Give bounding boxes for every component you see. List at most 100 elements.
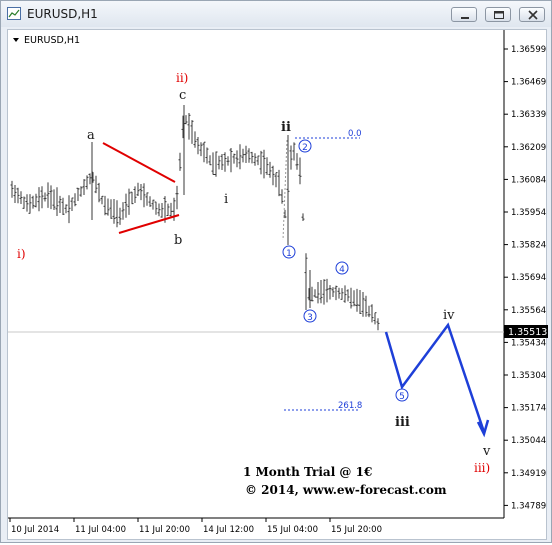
ohlc-bar bbox=[25, 194, 29, 212]
ohlc-bar bbox=[226, 156, 230, 166]
ohlc-bar bbox=[361, 292, 365, 317]
ohlc-bar bbox=[346, 289, 350, 302]
close-icon bbox=[528, 10, 538, 20]
wave-label-v: v bbox=[482, 444, 491, 459]
price-tick-label: 1.35564 bbox=[511, 306, 546, 316]
ohlc-bar bbox=[232, 153, 236, 164]
price-axis: 1.36599 1.36469 1.36339 1.36209 1.36084 1.359… bbox=[504, 45, 546, 511]
ohlc-bar bbox=[358, 290, 362, 314]
price-tick-label: 1.36339 bbox=[511, 110, 546, 120]
symbol-label: EURUSD,H1 bbox=[24, 35, 80, 46]
wave-label-c: c bbox=[179, 88, 186, 103]
ohlc-bar bbox=[160, 203, 164, 218]
wave-label-i-red: i) bbox=[17, 247, 26, 261]
symbol-dropdown-icon[interactable] bbox=[13, 38, 19, 42]
ohlc-bar bbox=[46, 182, 50, 208]
ohlc-bar bbox=[184, 115, 188, 125]
ohlc-bar bbox=[343, 285, 347, 303]
ohlc-bar bbox=[337, 287, 341, 299]
wave-label-iii: iii bbox=[395, 415, 410, 430]
ohlc-bar bbox=[115, 200, 119, 228]
ohlc-bar bbox=[52, 189, 56, 210]
ohlc-bar bbox=[271, 165, 275, 186]
promo-trial-text: 1 Month Trial @ 1€ bbox=[243, 465, 372, 479]
ohlc-bar bbox=[211, 152, 215, 175]
ohlc-bar bbox=[223, 152, 227, 172]
ohlc-bar bbox=[328, 285, 332, 300]
price-tick-label: 1.36084 bbox=[511, 175, 546, 185]
ohlc-bar bbox=[145, 192, 149, 206]
ohlc-bar bbox=[196, 137, 200, 155]
price-tick-label: 1.35954 bbox=[511, 208, 546, 218]
ohlc-bar bbox=[208, 155, 212, 166]
price-tick-label: 1.35174 bbox=[511, 404, 546, 414]
maximize-icon bbox=[494, 11, 504, 19]
ohlc-bar bbox=[274, 172, 278, 188]
ohlc-bar bbox=[166, 203, 170, 216]
ohlc-bar bbox=[70, 197, 74, 211]
ohlc-bar bbox=[298, 157, 302, 185]
ohlc-bar bbox=[121, 202, 125, 220]
ohlc-bar bbox=[277, 169, 281, 197]
ohlc-bar bbox=[154, 201, 158, 215]
ohlc-bar bbox=[370, 304, 374, 323]
ohlc-bar bbox=[142, 183, 146, 208]
ohlc-bar bbox=[49, 185, 53, 210]
time-tick-label: 11 Jul 20:00 bbox=[139, 525, 190, 535]
ohlc-bar bbox=[76, 187, 80, 201]
wave-label-circled-2: 2 bbox=[298, 139, 312, 153]
ohlc-bar bbox=[355, 288, 359, 312]
ohlc-bar bbox=[235, 150, 239, 168]
close-button[interactable] bbox=[519, 7, 545, 22]
svg-text:4: 4 bbox=[339, 265, 345, 275]
chart-panel[interactable]: EURUSD,H1 1.36599 1.36469 1.36339 1.36209 1.… bbox=[7, 29, 548, 541]
ohlc-bar bbox=[268, 161, 272, 178]
ohlc-bar bbox=[205, 147, 209, 164]
ohlc-bar bbox=[193, 131, 197, 148]
ohlc-bar bbox=[100, 195, 104, 205]
ohlc-bar bbox=[103, 195, 107, 216]
ohlc-bar bbox=[124, 193, 128, 218]
ohlc-bar bbox=[253, 153, 257, 166]
ohlc-bar bbox=[217, 155, 221, 170]
ohlc-bar bbox=[241, 148, 245, 163]
ohlc-bar bbox=[367, 305, 371, 318]
ohlc-bar bbox=[109, 199, 113, 219]
price-chart[interactable]: EURUSD,H1 1.365991.364691.363391.362091.… bbox=[8, 30, 548, 541]
wave-label-circled-5: 5 bbox=[395, 388, 409, 402]
ohlc-bar bbox=[97, 182, 101, 203]
time-tick-label: 15 Jul 04:00 bbox=[267, 525, 318, 535]
ohlc-bar bbox=[31, 195, 35, 209]
fib-base-line bbox=[282, 139, 288, 241]
time-tick-label: 11 Jul 04:00 bbox=[75, 525, 126, 535]
maximize-button[interactable] bbox=[485, 7, 511, 22]
minimize-icon bbox=[461, 17, 469, 19]
ohlc-bar bbox=[136, 182, 140, 196]
title-bar[interactable]: EURUSD,H1 bbox=[1, 1, 551, 27]
time-tick-label: 10 Jul 2014 bbox=[11, 525, 59, 535]
ohlc-bar bbox=[64, 204, 68, 214]
ohlc-bar bbox=[265, 157, 269, 175]
ohlc-bar bbox=[37, 187, 41, 212]
ohlc-bar bbox=[190, 120, 194, 144]
ohlc-bar bbox=[313, 289, 317, 298]
ohlc-bar bbox=[310, 286, 314, 302]
wave-label-ii: ii bbox=[281, 120, 291, 135]
ohlc-bar bbox=[331, 287, 335, 297]
ohlc-bar bbox=[295, 153, 299, 170]
ohlc-bar bbox=[259, 150, 263, 175]
ohlc-bar bbox=[43, 192, 47, 202]
ohlc-bar bbox=[376, 318, 380, 331]
wave-label-circled-3: 3 bbox=[303, 309, 317, 323]
ohlc-bar bbox=[247, 148, 251, 163]
wave-label-circled-4: 4 bbox=[335, 261, 349, 275]
ohlc-bar bbox=[352, 290, 356, 307]
ohlc-bar bbox=[250, 151, 254, 164]
ohlc-bar bbox=[28, 194, 32, 214]
fib-level-261-8-label: 261.8 bbox=[338, 401, 362, 411]
ohlc-bar bbox=[340, 288, 344, 300]
ohlc-bar bbox=[73, 193, 77, 207]
ohlc-bar bbox=[85, 175, 89, 190]
ohlc-bar bbox=[94, 175, 98, 194]
minimize-button[interactable] bbox=[451, 7, 477, 22]
